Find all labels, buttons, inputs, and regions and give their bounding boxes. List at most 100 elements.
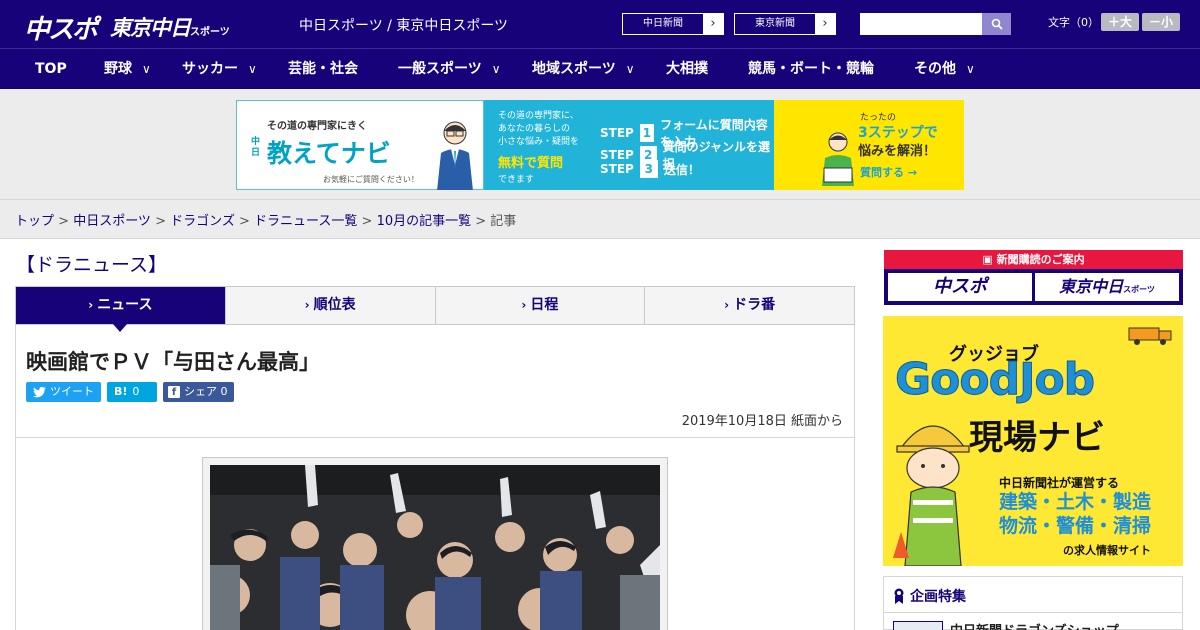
banner-cta-panel: たったの 3ステップで 悩みを解消！ 質問する → [774,100,964,190]
dora-tabs: › ニュース › 順位表 › 日程 › ドラ番 [15,286,855,332]
nav-item-label: その他 [914,61,956,77]
nav-item-label: TOP [35,61,67,77]
chevron-right-icon: › [710,16,716,31]
chevron-right-icon: › [822,16,828,31]
article-headline: 映画館でＰＶ「与田さん最高」 [26,350,320,374]
newspaper-icon: ▣ [982,253,993,266]
breadcrumb-separator: > [471,214,491,229]
goodjob-navi: 現場ナビ [969,418,1105,458]
feature-item-dragons-shop[interactable]: 中日新聞ドラゴンズショップ [950,620,1119,630]
nav-item-baseball[interactable]: 野球 ∨ [104,49,151,90]
chevron-right-icon: › [724,298,730,312]
user-illustration-icon [822,132,854,186]
breadcrumb-separator: > [54,214,74,229]
search-button[interactable] [982,13,1011,35]
ribbon-icon [894,588,904,604]
site-name: 中日スポーツ / 東京中日スポーツ [299,18,509,34]
chunichi-sports-logo[interactable]: 中スポ [24,9,98,46]
tokyo-chunichi-logo[interactable]: 東京中日スポーツ [110,12,230,42]
breadcrumb-chunichi-sports[interactable]: 中日スポーツ [73,214,151,229]
breadcrumb-top[interactable]: トップ [15,214,54,229]
banner-description-line: その道の専門家に、 [498,111,579,121]
banner-description-line: 小さな悩み・疑問を [498,137,580,147]
chevron-down-icon: ∨ [966,62,975,76]
nav-item-label: サッカー [182,61,238,77]
nav-item-label: 一般スポーツ [398,61,482,77]
goodjob-list-line: 建築・土木・製造 [999,491,1152,513]
chevron-right-icon: › [521,298,527,312]
facebook-icon: f [168,386,180,398]
tab-label: ニュース [97,297,153,313]
font-larger-button[interactable]: ＋大 [1101,13,1139,31]
nav-item-general-sports[interactable]: 一般スポーツ ∨ [398,49,501,90]
oshiete-navi-banner[interactable]: その道の専門家にきく 中日 教えてナビ お気軽にご質問ください！ その道の専門家… [236,100,964,190]
nav-item-label: 野球 [104,61,132,77]
tokyo-shimbun-link[interactable]: 東京新聞 › [734,13,836,35]
breadcrumb-separator: > [357,214,377,229]
chevron-right-icon: › [88,298,94,312]
subscription-head-label: 新聞購読のご案内 [996,253,1085,266]
chunichi-shimbun-link[interactable]: 中日新聞 › [622,13,724,35]
tweet-button[interactable]: ツイート [26,382,101,402]
goodjob-sub: 中日新聞社が運営する [999,476,1120,490]
tab-schedule[interactable]: › 日程 [436,287,646,324]
feature-head: 企画特集 [893,586,966,606]
font-smaller-button[interactable]: －小 [1142,13,1180,31]
banner-brand-panel: その道の専門家にきく 中日 教えてナビ お気軽にご質問ください！ [236,100,484,190]
search-input[interactable] [860,13,982,35]
feature-thumbnail[interactable] [893,621,943,630]
subscribe-tokyo-chunichi[interactable]: 東京中日スポーツ [1035,273,1179,301]
tokyo-chunichi-logo-text: 東京中日 [110,16,191,40]
tab-label: 順位表 [313,297,356,313]
nav-item-racing[interactable]: 競馬・ボート・競輪 [748,49,874,90]
nav-item-regional-sports[interactable]: 地域スポーツ ∨ [532,49,635,90]
banner-right-line3: 悩みを解消！ [858,144,937,159]
banner-brand-prefix: 中日 [251,137,261,158]
subscription-head: ▣ 新聞購読のご案内 [884,250,1183,269]
hatena-icon: B! [114,385,128,398]
search-icon [991,18,1003,30]
banner-steps-panel: その道の専門家に、 あなたの暮らしの 小さな悩み・疑問を 無料で質問 できます … [484,100,774,190]
banner-description-line: あなたの暮らしの [498,124,571,134]
nav-item-label: 大相撲 [666,61,708,77]
nav-item-top[interactable]: TOP [35,49,67,90]
font-size-label: 文字（0） [1048,16,1099,29]
goodjob-navi-ad[interactable]: グッジョブ GoodJob 現場ナビ 中日新聞社が運営する 建築・土木・製造 物… [883,316,1183,566]
nav-item-entertainment[interactable]: 芸能・社会 [288,49,358,90]
banner-description: その道の専門家に、 あなたの暮らしの 小さな悩み・疑問を [498,110,579,149]
nav-item-sumo[interactable]: 大相撲 [666,49,708,90]
tab-label: 日程 [530,297,559,313]
tab-standings[interactable]: › 順位表 [226,287,436,324]
tab-label: ドラ番 [733,297,776,313]
facebook-share-button[interactable]: f シェア 0 [163,382,234,402]
chevron-down-icon: ∨ [142,62,151,76]
banner-note: お気軽にご質問ください！ [323,175,419,184]
step-number: 3 [639,160,658,178]
paper-link-label: 東京新聞 [735,14,815,34]
hatena-bookmark-button[interactable]: B! 0 [107,382,157,402]
subscription-box: ▣ 新聞購読のご案内 中スポ 東京中日スポーツ [884,250,1183,305]
breadcrumb: トップ > 中日スポーツ > ドラゴンズ > ドラニュース一覧 > 10月の記事… [15,210,516,229]
chevron-down-icon: ∨ [491,62,501,76]
chevron-right-icon: › [304,298,310,312]
subscribe-tokyo-chunichi-small: スポーツ [1123,285,1155,294]
tab-dora-ban[interactable]: › ドラ番 [645,287,854,324]
breadcrumb-dora-news-list[interactable]: ドラニュース一覧 [254,214,357,229]
facebook-count: 0 [220,385,228,398]
banner-description-end: できます [498,175,535,185]
article-photo[interactable] [210,465,660,630]
breadcrumb-october-list[interactable]: 10月の記事一覧 [377,214,472,229]
nav-item-label: 芸能・社会 [288,61,358,77]
tweet-label: ツイート [50,385,94,398]
breadcrumb-separator: > [234,214,255,229]
nav-item-label: 競馬・ボート・競輪 [748,61,874,77]
breadcrumb-separator: > [150,214,171,229]
chevron-down-icon: ∨ [625,62,635,76]
subscribe-chunichi-sports[interactable]: 中スポ [888,273,1032,301]
banner-ask-button[interactable]: 質問する → [860,164,917,180]
goodjob-word: GoodJob [894,354,1095,406]
nav-item-soccer[interactable]: サッカー ∨ [182,49,257,90]
breadcrumb-dragons[interactable]: ドラゴンズ [170,214,235,229]
nav-item-other[interactable]: その他 ∨ [914,49,975,90]
tab-news[interactable]: › ニュース [16,287,226,332]
